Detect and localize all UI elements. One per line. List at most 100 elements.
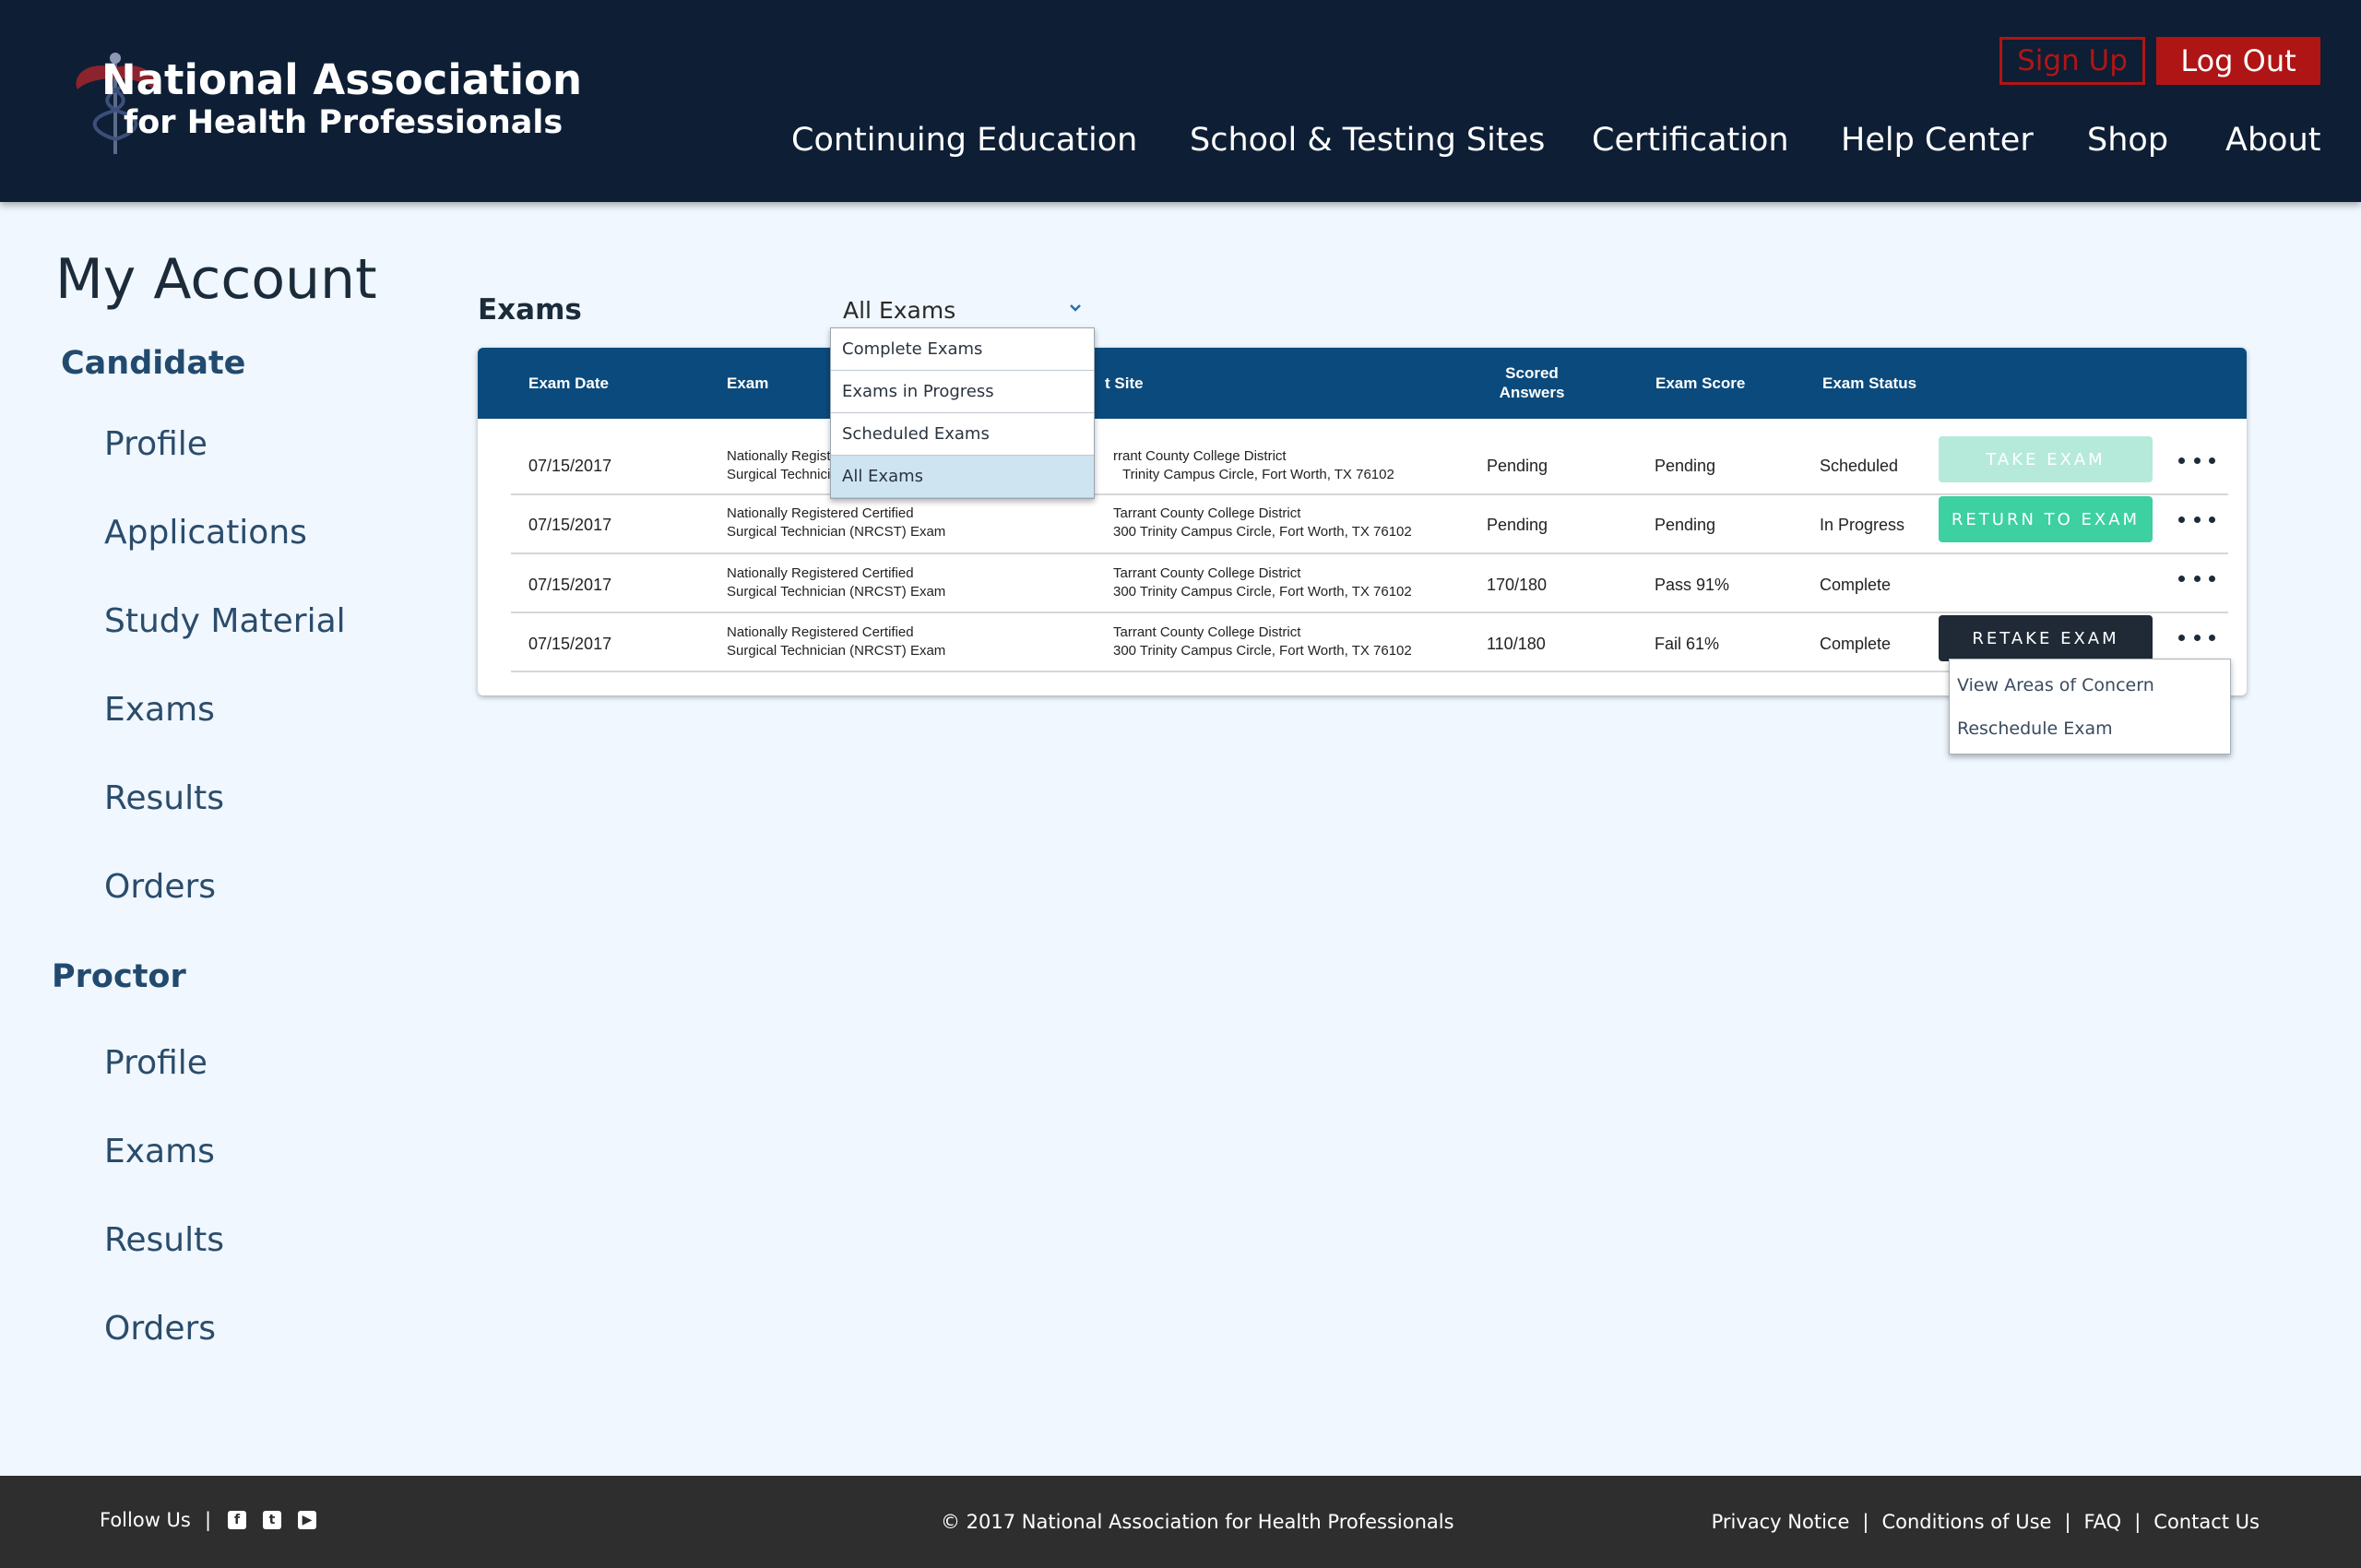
sidebar-item-proctor-orders[interactable]: Orders: [104, 1310, 216, 1348]
sidebar-item-proctor-profile[interactable]: Profile: [104, 1044, 208, 1082]
site-footer: Follow Us | f t ▶ © 2017 National Associ…: [0, 1476, 2361, 1568]
cell-exam-line1: Nationally Registered Certified: [727, 565, 914, 581]
exam-filter-dropdown: Complete Exams Exams in Progress Schedul…: [830, 327, 1095, 499]
exams-table: Exam Date Exam t Site Scored Answers Exa…: [478, 348, 2247, 695]
exam-filter-select[interactable]: All Exams: [832, 290, 1094, 328]
sidebar-item-proctor-results[interactable]: Results: [104, 1221, 224, 1259]
sidebar-item-proctor-exams[interactable]: Exams: [104, 1133, 215, 1170]
footer-link-separator: |: [2134, 1511, 2142, 1533]
cell-exam: Nationally Registered Certified Surgical…: [727, 624, 945, 660]
cell-site-line2: 300 Trinity Campus Circle, Fort Worth, T…: [1113, 643, 1412, 659]
cell-scored-answers: 170/180: [1487, 576, 1548, 594]
footer-link-contact[interactable]: Contact Us: [2153, 1511, 2260, 1533]
footer-link-faq[interactable]: FAQ: [2084, 1511, 2122, 1533]
cell-exam-line1: Nationally Regist: [727, 448, 831, 464]
nav-help-center[interactable]: Help Center: [1841, 122, 2034, 168]
sidebar-item-candidate-profile[interactable]: Profile: [104, 425, 208, 463]
row-options-menu: View Areas of Concern Reschedule Exam: [1949, 659, 2231, 754]
retake-exam-button[interactable]: RETAKE EXAM: [1939, 615, 2153, 661]
column-exam-status: Exam Status: [1822, 374, 1917, 392]
cell-exam-score: Pass 91%: [1655, 576, 1730, 594]
more-options-icon[interactable]: [2178, 451, 2215, 469]
facebook-icon[interactable]: f: [228, 1511, 246, 1529]
sidebar-item-applications[interactable]: Applications: [104, 514, 307, 552]
brand-logo[interactable]: National Association for Health Professi…: [65, 51, 582, 157]
more-options-icon[interactable]: [2178, 510, 2215, 529]
footer-link-separator: |: [2064, 1511, 2071, 1533]
menu-item-view-areas-of-concern[interactable]: View Areas of Concern: [1957, 675, 2154, 695]
more-options-icon[interactable]: [2178, 569, 2215, 588]
cell-site-line1: rrant County College District: [1113, 448, 1287, 464]
column-scored-answers: Scored Answers: [1486, 363, 1578, 402]
copyright-text: © 2017 National Association for Health P…: [941, 1511, 1454, 1533]
cell-exam-line2: Surgical Technician (NRCST) Exam: [727, 643, 946, 659]
sidebar-item-candidate-exams[interactable]: Exams: [104, 691, 215, 729]
footer-link-separator: |: [1862, 1511, 1869, 1533]
exams-section-title: Exams: [478, 293, 582, 327]
menu-item-reschedule-exam[interactable]: Reschedule Exam: [1957, 719, 2113, 739]
site-header: National Association for Health Professi…: [0, 0, 2361, 202]
filter-option-scheduled[interactable]: Scheduled Exams: [831, 413, 1094, 456]
sidebar-item-candidate-results[interactable]: Results: [104, 779, 224, 817]
sign-up-button[interactable]: Sign Up: [1999, 37, 2145, 85]
footer-links: Privacy Notice | Conditions of Use | FAQ…: [1712, 1511, 2260, 1533]
cell-exam-status: In Progress: [1820, 516, 1905, 534]
column-exam-score: Exam Score: [1655, 374, 1746, 392]
cell-test-site: Tarrant County College District 300 Trin…: [1113, 564, 1412, 601]
cell-exam-status: Complete: [1820, 576, 1892, 594]
table-row: 07/15/2017 Nationally Registered Certifi…: [511, 554, 2228, 613]
cell-exam-date: 07/15/2017: [528, 635, 612, 653]
sidebar-heading-proctor: Proctor: [52, 958, 186, 995]
cell-scored-answers: Pending: [1487, 457, 1548, 475]
sidebar-item-study-material[interactable]: Study Material: [104, 602, 346, 640]
brand-name-line2: for Health Professionals: [124, 104, 564, 141]
cell-exam: Nationally Regist Surgical Technici: [727, 447, 831, 484]
take-exam-button[interactable]: TAKE EXAM: [1939, 436, 2153, 482]
cell-exam-score: Pending: [1655, 516, 1716, 534]
filter-option-complete[interactable]: Complete Exams: [831, 328, 1094, 371]
sidebar-heading-candidate: Candidate: [61, 345, 246, 382]
cell-exam-line1: Nationally Registered Certified: [727, 505, 914, 521]
cell-site-line2: 300 Trinity Campus Circle, Fort Worth, T…: [1113, 584, 1412, 600]
cell-site-line2: Trinity Campus Circle, Fort Worth, TX 76…: [1122, 467, 1394, 482]
cell-exam-date: 07/15/2017: [528, 576, 612, 594]
cell-scored-answers: Pending: [1487, 516, 1548, 534]
column-test-site: t Site: [1105, 374, 1144, 392]
column-exam: Exam: [727, 374, 769, 392]
column-scored-line1: Scored: [1505, 364, 1559, 382]
log-out-button[interactable]: Log Out: [2156, 37, 2320, 85]
nav-certification[interactable]: Certification: [1592, 122, 1789, 168]
column-exam-date: Exam Date: [528, 374, 609, 392]
nav-school-testing-sites[interactable]: School & Testing Sites: [1190, 122, 1545, 168]
youtube-icon[interactable]: ▶: [298, 1511, 316, 1529]
twitter-icon[interactable]: t: [263, 1511, 281, 1529]
cell-exam: Nationally Registered Certified Surgical…: [727, 564, 945, 601]
filter-option-all[interactable]: All Exams: [831, 456, 1094, 498]
follow-us-label: Follow Us: [100, 1509, 191, 1531]
cell-exam-score: Pending: [1655, 457, 1716, 475]
exam-filter-value: All Exams: [843, 297, 956, 324]
cell-site-line1: Tarrant County College District: [1113, 624, 1301, 640]
more-options-icon[interactable]: [2178, 628, 2215, 647]
cell-exam-line1: Nationally Registered Certified: [727, 624, 914, 640]
cell-exam-status: Complete: [1820, 635, 1892, 653]
filter-option-in-progress[interactable]: Exams in Progress: [831, 371, 1094, 413]
cell-site-line1: Tarrant County College District: [1113, 565, 1301, 581]
cell-test-site: rrant County College District Trinity Ca…: [1108, 447, 1394, 484]
nav-continuing-education[interactable]: Continuing Education: [791, 122, 1137, 168]
page-title: My Account: [55, 247, 377, 312]
cell-exam-line2: Surgical Technician (NRCST) Exam: [727, 584, 946, 600]
cell-exam-line2: Surgical Technician (NRCST) Exam: [727, 524, 946, 540]
footer-link-privacy[interactable]: Privacy Notice: [1712, 1511, 1850, 1533]
nav-shop[interactable]: Shop: [2087, 122, 2168, 168]
table-header: Exam Date Exam t Site Scored Answers Exa…: [478, 348, 2247, 419]
cell-exam-date: 07/15/2017: [528, 516, 612, 534]
sidebar-item-candidate-orders[interactable]: Orders: [104, 868, 216, 906]
table-row: 07/15/2017 Nationally Regist Surgical Te…: [511, 436, 2228, 495]
column-scored-line2: Answers: [1499, 384, 1565, 401]
cell-exam-line2: Surgical Technici: [727, 467, 831, 482]
footer-link-conditions[interactable]: Conditions of Use: [1881, 1511, 2051, 1533]
nav-about[interactable]: About: [2225, 122, 2320, 168]
return-to-exam-button[interactable]: RETURN TO EXAM: [1939, 496, 2153, 542]
chevron-down-icon[interactable]: [1062, 295, 1088, 321]
